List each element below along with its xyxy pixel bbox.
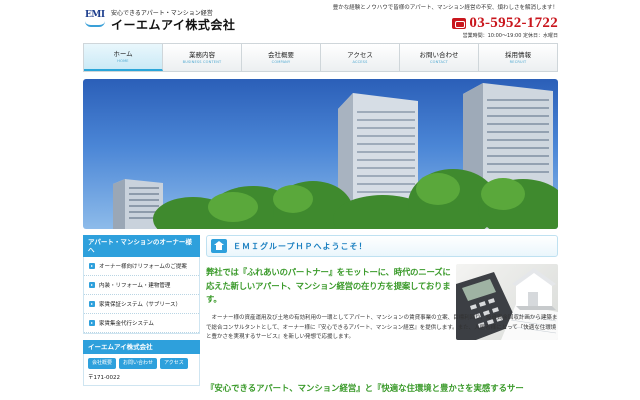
nav-sublabel: CONTACT: [430, 60, 448, 64]
arrow-right-icon: [89, 282, 95, 288]
header-tagline: 豊かな経験とノウハウで皆様のアパート、マンション経営の不安、煩わしさを解消します…: [332, 5, 558, 11]
page: EMI 安心できるアパート・マンション経営 イーエムアイ株式会社 豊かな経験とノ…: [0, 0, 640, 400]
sidebar-heading: アパート・マンションのオーナー様へ: [83, 235, 200, 257]
phone-icon: [452, 17, 467, 29]
logo-text: 安心できるアパート・マンション経営 イーエムアイ株式会社: [111, 10, 235, 32]
company-zip: 〒171-0022: [88, 375, 120, 381]
nav-label: 採用情報: [505, 51, 531, 59]
phone-row[interactable]: 03-5952-1722: [333, 15, 558, 31]
logo[interactable]: EMI 安心できるアパート・マンション経営 イーエムアイ株式会社: [85, 10, 235, 32]
company-heading: イーエムアイ株式会社: [83, 340, 200, 354]
welcome-banner: ＥＭＩグループＨＰへようこそ！: [206, 235, 558, 257]
company-box: 会社概要 お問い合わせ アクセス 〒171-0022: [83, 354, 200, 386]
arrow-right-icon: [89, 320, 95, 326]
house-icon: [211, 239, 227, 253]
nav-sublabel: BUSINESS CONTENT: [182, 60, 222, 64]
sidebar-item-label: 家賃集金代行システム: [99, 321, 154, 327]
hero-image: [83, 79, 558, 229]
sidebar-item-reform-proposal[interactable]: オーナー様向けリフォームのご提案: [84, 257, 199, 276]
sidebar-item-label: 内装・リフォーム・建物管理: [99, 283, 171, 289]
welcome-title: ＥＭＩグループＨＰへようこそ！: [233, 241, 368, 251]
company-name: イーエムアイ株式会社: [111, 18, 236, 32]
sidebar-list: オーナー様向けリフォームのご提案 内装・リフォーム・建物管理 家賃保証システム（…: [83, 257, 200, 334]
arrow-right-icon: [89, 301, 95, 307]
sidebar-item-label: 家賃保証システム（サブリース）: [99, 302, 182, 308]
arrow-right-icon: [89, 263, 95, 269]
header-contact: 豊かな経験とノウハウで皆様のアパート、マンション経営の不安、煩わしさを解消します…: [333, 4, 558, 40]
body-paragraph: オーナー様の資産運用及び土地の有効利用の一環としてアパート、マンションの賃貸事業…: [206, 315, 558, 340]
sidebar-item-rent-collection[interactable]: 家賃集金代行システム: [84, 314, 199, 333]
global-nav: ホーム HOME 業務内容 BUSINESS CONTENT 会社概要 COMP…: [83, 43, 558, 72]
phone-number[interactable]: 03-5952-1722: [469, 15, 558, 31]
nav-business[interactable]: 業務内容 BUSINESS CONTENT: [163, 44, 242, 71]
sidebar-item-label: オーナー様向けリフォームのご提案: [99, 264, 187, 270]
logo-swoosh: [85, 21, 105, 27]
nav-label: ホーム: [113, 50, 133, 58]
sidebar-item-interior-management[interactable]: 内装・リフォーム・建物管理: [84, 276, 199, 295]
logo-mark: EMI: [85, 10, 107, 32]
nav-sublabel: COMPANY: [271, 60, 291, 64]
nav-home[interactable]: ホーム HOME: [84, 44, 163, 71]
company-overview-button[interactable]: 会社概要: [88, 358, 117, 369]
sidebar-item-rent-guarantee[interactable]: 家賃保証システム（サブリース）: [84, 295, 199, 314]
company-contact-button[interactable]: お問い合わせ: [119, 358, 158, 369]
nav-access[interactable]: アクセス ACCESS: [321, 44, 400, 71]
nav-label: アクセス: [347, 51, 373, 59]
nav-label: お問い合わせ: [419, 51, 459, 59]
nav-label: 業務内容: [189, 51, 215, 59]
nav-label: 会社概要: [268, 51, 294, 59]
secondary-tagline: 『安心できるアパート、マンション経営』と『快適な住環境と豊かさを実感するサー: [206, 383, 524, 393]
sidebar: アパート・マンションのオーナー様へ オーナー様向けリフォームのご提案 内装・リフ…: [83, 235, 200, 386]
hero-buildings-illustration: [113, 83, 558, 229]
nav-recruit[interactable]: 採用情報 RECRUIT: [479, 44, 557, 71]
nav-sublabel: ACCESS: [352, 60, 368, 64]
body-text: オーナー様の資産運用及び土地の有効利用の一環としてアパート、マンションの賃貸事業…: [206, 314, 558, 343]
lead-text: 弊社では『ふれあいのパートナー』をモットーに、時代のニーズに応えた新しいアパート…: [206, 267, 451, 304]
nav-sublabel: RECRUIT: [509, 60, 527, 64]
business-hours: 営業時間：10:00〜19:00 定休日：水曜日: [462, 33, 558, 39]
logo-tagline: 安心できるアパート・マンション経営: [111, 10, 213, 17]
company-access-button[interactable]: アクセス: [160, 358, 188, 369]
nav-contact[interactable]: お問い合わせ CONTACT: [400, 44, 479, 71]
company-buttons: 会社概要 お問い合わせ アクセス: [88, 358, 195, 369]
nav-company[interactable]: 会社概要 COMPANY: [242, 44, 321, 71]
logo-mark-text: EMI: [85, 10, 105, 20]
nav-sublabel: HOME: [117, 59, 129, 63]
